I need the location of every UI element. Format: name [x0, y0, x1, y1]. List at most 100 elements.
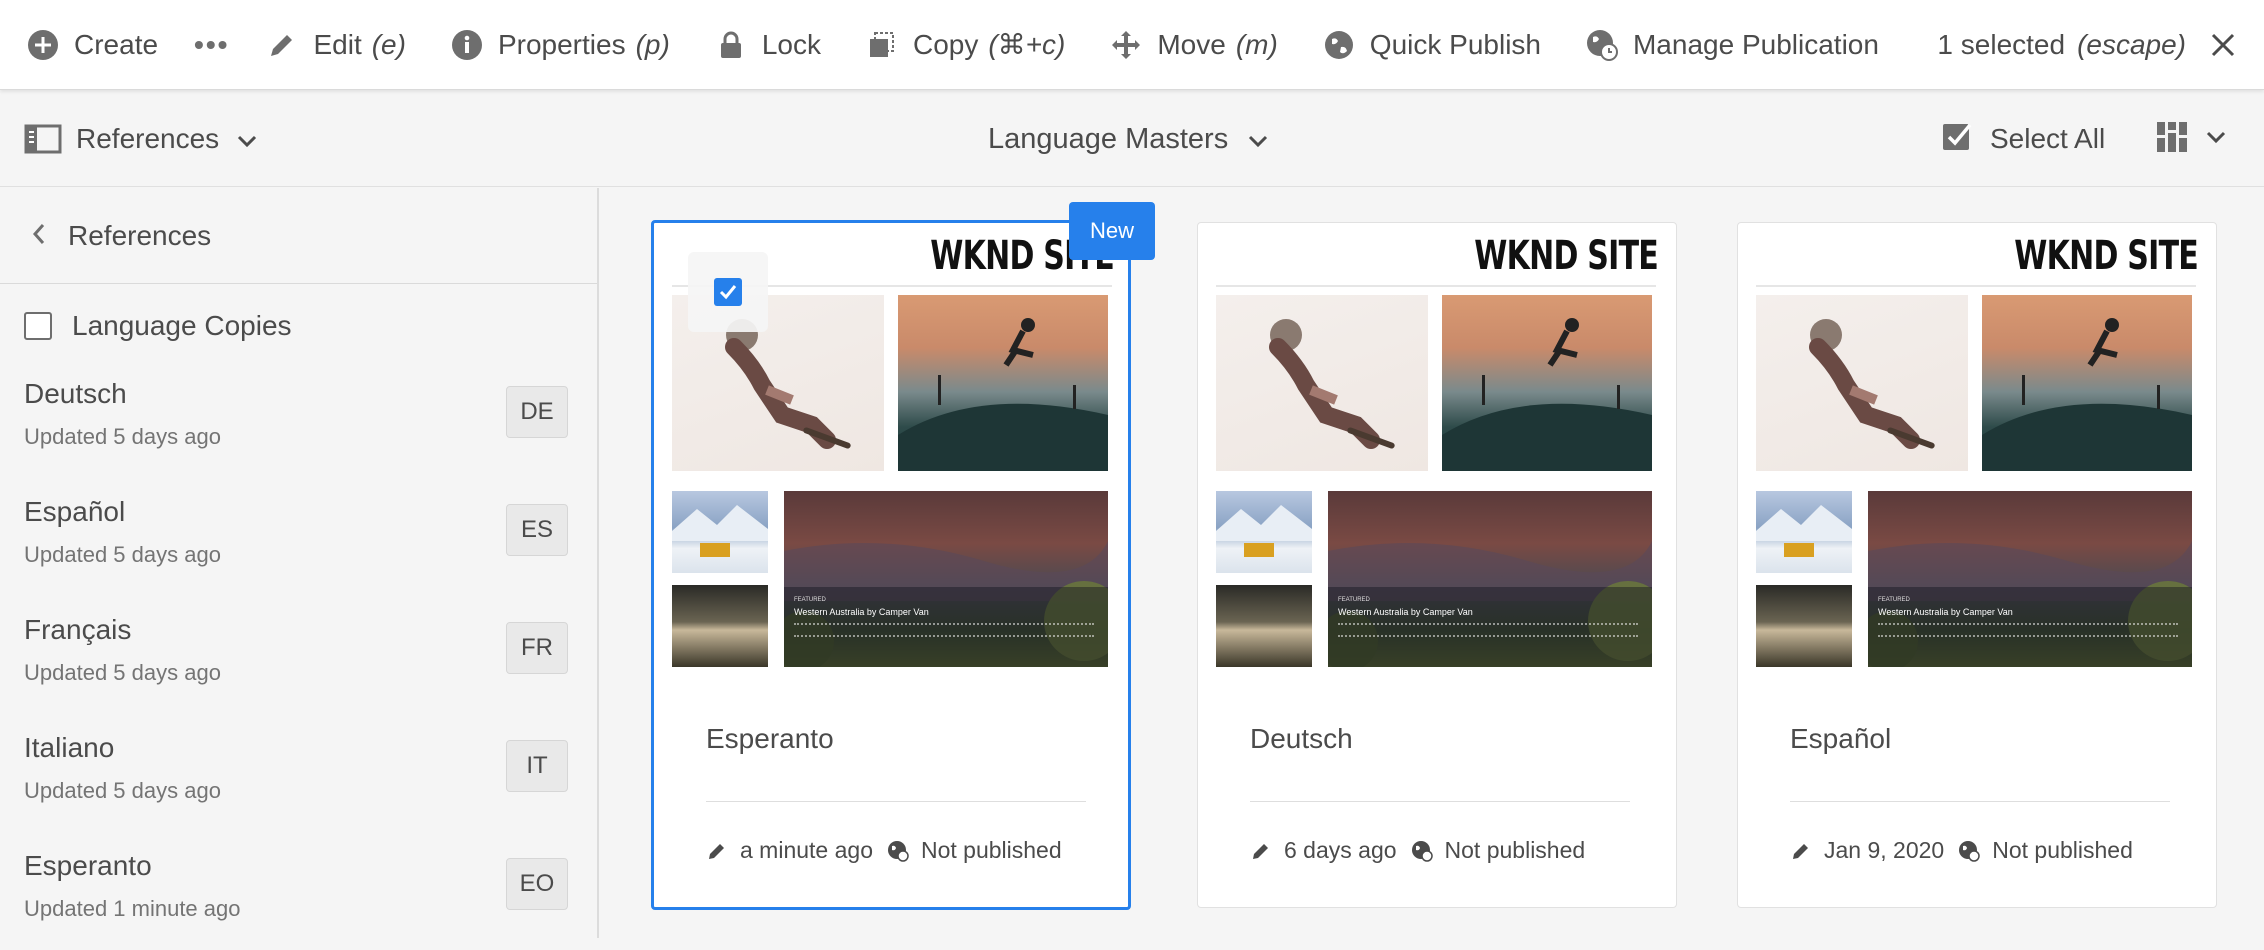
move-label: Move — [1157, 28, 1226, 60]
card-title: Esperanto — [706, 723, 834, 754]
language-code-badge: IT — [506, 740, 568, 792]
page-card[interactable]: WKND SITE FEATURED Western Australia by Ca… — [1737, 222, 2217, 908]
featured-kicker: FEATURED — [794, 597, 826, 603]
thumbnail-brand: WKND SITE — [2014, 233, 2199, 279]
select-all-button[interactable]: Select All — [1940, 91, 2105, 187]
featured-body-lines — [1338, 623, 1638, 637]
select-all-label: Select All — [1990, 123, 2106, 154]
card-title: Deutsch — [1250, 723, 1353, 754]
language-list: Deutsch Updated 5 days ago DE Español Update… — [0, 360, 597, 950]
featured-kicker: FEATURED — [1878, 597, 1910, 603]
card-selection-checkbox[interactable] — [688, 252, 768, 332]
card-meta: a minute ago Not published — [706, 837, 1062, 864]
copy-button[interactable]: Copy (⌘+c) — [843, 0, 1087, 90]
move-button[interactable]: Move (m) — [1087, 0, 1299, 90]
pencil-icon — [706, 840, 728, 862]
publish-status: Not published — [1444, 837, 1586, 863]
selected-count: 1 selected — [1937, 29, 2066, 60]
page-title-dropdown[interactable]: Language Masters — [988, 91, 1268, 187]
language-copies-row[interactable]: Language Copies — [0, 292, 597, 360]
rail-icon — [24, 123, 62, 155]
chevron-down-icon — [2206, 130, 2226, 149]
edit-label: Edit — [313, 28, 362, 60]
selection-status: 1 selected (escape) — [1937, 0, 2238, 90]
move-shortcut: (m) — [1235, 28, 1278, 60]
language-updated: Updated 5 days ago — [24, 542, 221, 567]
manage-publication-button[interactable]: Manage Publication — [1563, 0, 1901, 90]
modified-time: Jan 9, 2020 — [1824, 837, 1945, 863]
canyon-image: FEATURED Western Australia by Camper Van — [1868, 491, 2192, 667]
card-divider — [706, 801, 1086, 802]
language-code-badge: DE — [506, 386, 568, 438]
language-item[interactable]: Español Updated 5 days ago ES — [0, 478, 597, 596]
language-item[interactable]: Français Updated 5 days ago FR — [0, 596, 597, 714]
manage-publication-label: Manage Publication — [1632, 28, 1879, 60]
quick-publish-button[interactable]: Quick Publish — [1300, 0, 1563, 90]
language-name: Deutsch — [24, 378, 127, 409]
create-label: Create — [74, 28, 159, 60]
language-copies-label: Language Copies — [72, 310, 292, 341]
thumbnail-rule — [1216, 285, 1656, 287]
card-divider — [1790, 801, 2170, 802]
modified-time: 6 days ago — [1284, 837, 1397, 863]
canyon-image: FEATURED Western Australia by Camper Van — [1328, 491, 1652, 667]
globe-status-icon — [1411, 840, 1433, 862]
move-icon — [1109, 28, 1143, 62]
view-switcher[interactable] — [2156, 91, 2226, 187]
language-code-badge: FR — [506, 622, 568, 674]
chevron-left-icon — [32, 220, 46, 252]
card-title: Español — [1790, 723, 1892, 754]
skater-image — [1216, 295, 1428, 471]
snow-image — [1216, 491, 1312, 573]
lock-icon — [714, 28, 748, 62]
card-meta: 6 days ago Not published — [1250, 837, 1585, 864]
properties-shortcut: (p) — [635, 28, 670, 60]
pencil-icon — [1790, 840, 1812, 862]
canyon-image: FEATURED Western Australia by Camper Van — [784, 491, 1108, 667]
skatepark-image — [1442, 295, 1652, 471]
publish-status: Not published — [1992, 837, 2133, 863]
pencil-icon — [1250, 840, 1272, 862]
add-circle-icon — [26, 28, 60, 62]
language-name: Español — [24, 496, 126, 527]
rail-toggle-button[interactable]: References — [24, 91, 257, 187]
page-thumbnail: WKND SITE FEATURED Western Australia by Ca… — [1756, 223, 2200, 703]
card-meta: Jan 9, 2020 Not published — [1790, 837, 2133, 864]
close-icon[interactable] — [2208, 30, 2238, 60]
featured-body-lines — [1878, 623, 2178, 637]
publish-status: Not published — [920, 837, 1062, 863]
more-actions-button[interactable]: ••• — [180, 0, 243, 90]
featured-headline: Western Australia by Camper Van — [1878, 607, 2013, 617]
sub-toolbar: References Language Masters Select All — [0, 91, 2264, 187]
page-thumbnail: WKND SITE FEATURED Western Australia by Ca… — [1216, 223, 1660, 703]
page-card[interactable]: WKND SITE FEATURED Western Australia by Ca… — [1197, 222, 1677, 908]
globe-clock-icon — [1585, 28, 1619, 62]
language-item[interactable]: Deutsch Updated 5 days ago DE — [0, 360, 597, 478]
language-updated: Updated 1 minute ago — [24, 896, 241, 921]
lock-button[interactable]: Lock — [692, 0, 843, 90]
properties-button[interactable]: Properties (p) — [428, 0, 692, 90]
edit-button[interactable]: Edit (e) — [243, 0, 427, 90]
language-item[interactable]: Esperanto Updated 1 minute ago EO — [0, 832, 597, 950]
thumbnail-brand: WKND SITE — [1474, 233, 1659, 279]
lock-label: Lock — [761, 28, 821, 60]
rail-title: References — [68, 219, 212, 251]
quick-publish-label: Quick Publish — [1369, 28, 1541, 60]
skatepark-image — [1982, 295, 2192, 471]
more-icon: ••• — [194, 28, 230, 60]
create-button[interactable]: Create — [0, 0, 180, 90]
featured-body-lines — [794, 623, 1094, 637]
references-back-button[interactable]: References — [0, 188, 597, 284]
language-code-badge: EO — [506, 858, 568, 910]
references-rail: References Language Copies Deutsch Update… — [0, 188, 599, 938]
snow-image — [1756, 491, 1852, 573]
chevron-down-icon — [1248, 123, 1268, 156]
language-name: Français — [24, 614, 132, 645]
featured-headline: Western Australia by Camper Van — [1338, 607, 1473, 617]
dusk-image — [1216, 585, 1312, 667]
language-updated: Updated 5 days ago — [24, 660, 221, 685]
language-copies-checkbox[interactable] — [24, 312, 52, 340]
language-item[interactable]: Italiano Updated 5 days ago IT — [0, 714, 597, 832]
featured-headline: Western Australia by Camper Van — [794, 607, 929, 617]
new-badge: New — [1069, 202, 1155, 260]
